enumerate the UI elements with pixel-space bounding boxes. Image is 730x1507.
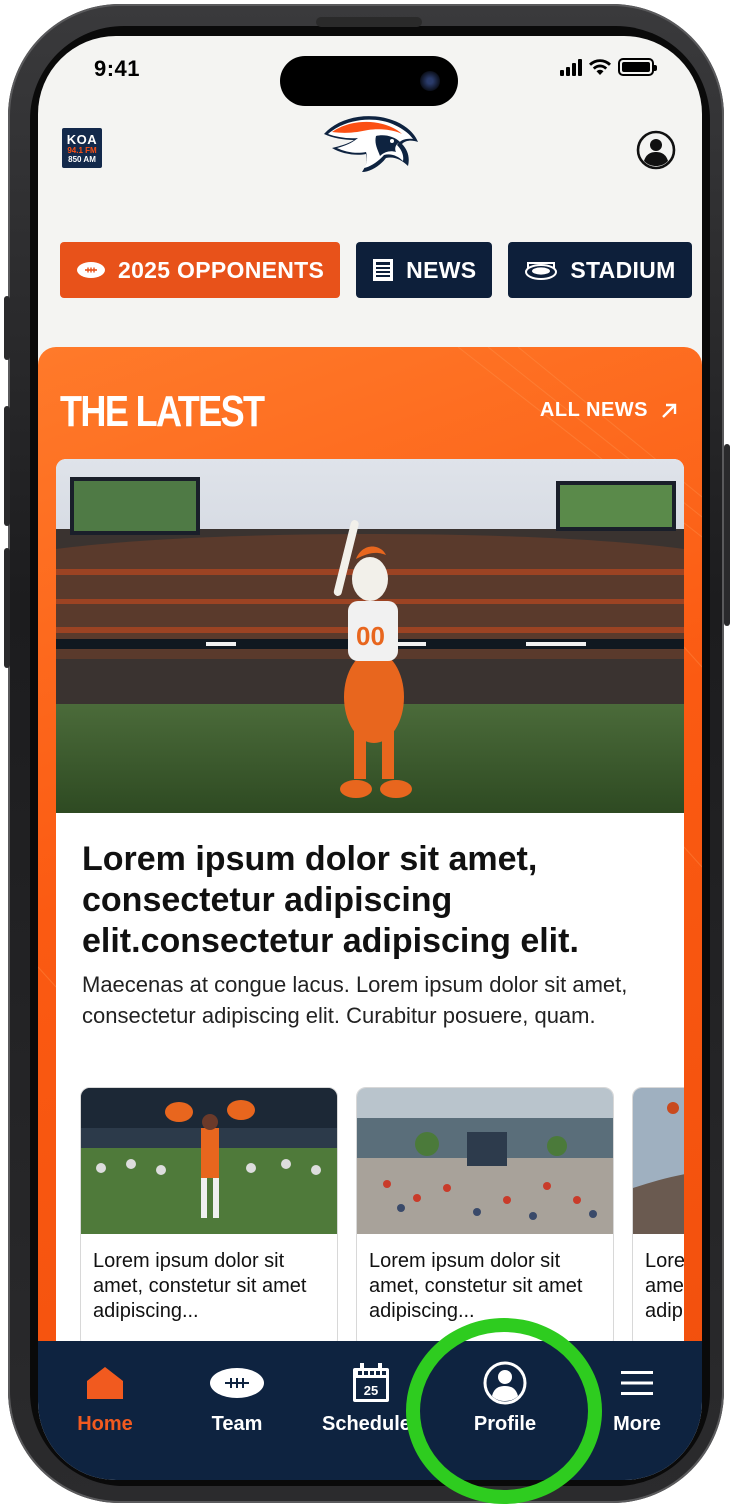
section-title: THE LATEST [60, 387, 265, 436]
team-logo [324, 116, 418, 172]
radio-logo-am: 850 AM [68, 154, 96, 164]
radio-logo-fm: 94.1 FM [67, 145, 97, 155]
newspaper-icon [373, 259, 394, 281]
battery-icon [618, 58, 657, 76]
bottom-tab-bar: Home Team 25 Schedule Profile More [38, 1341, 702, 1480]
story-image [633, 1088, 684, 1234]
svg-text:00: 00 [356, 621, 385, 651]
story-card[interactable]: Lorem ipsum dolor sit amet, constetur si… [80, 1087, 338, 1349]
chip-stadium[interactable]: STADIUM [508, 242, 692, 298]
earpiece-speaker [316, 17, 422, 27]
all-news-label: ALL NEWS [539, 399, 648, 421]
featured-headline: Lorem ipsum dolor sit amet, consectetur … [82, 840, 579, 960]
featured-story-image: 00 [56, 459, 684, 813]
status-time: 9:41 [94, 56, 141, 81]
tab-label: More [613, 1413, 661, 1435]
all-news-link[interactable]: ALL NEWS [540, 399, 678, 422]
menu-icon [621, 1371, 653, 1395]
calendar-day: 25 [364, 1383, 378, 1398]
silent-switch [4, 296, 10, 360]
radio-logo-call-sign: KOA [66, 131, 98, 147]
football-icon [210, 1368, 264, 1398]
story-title: Lorem ipsum dolor sit amet, constetur si… [93, 1250, 307, 1322]
featured-summary: Maecenas at congue lacus. Lorem ipsum do… [82, 972, 628, 1028]
quick-links: 2025 OPPONENTS NEWS STADIUM [60, 242, 702, 298]
dynamic-island [280, 56, 458, 106]
volume-up-button [4, 406, 10, 526]
arrow-up-right-icon [662, 403, 677, 418]
cellular-signal-icon [560, 58, 582, 76]
power-button [724, 444, 730, 626]
chip-news[interactable]: NEWS [356, 242, 493, 298]
story-title: Lorem ipsum dolor sit amet, constetur si… [645, 1250, 684, 1322]
chip-label: 2025 OPPONENTS [118, 256, 325, 283]
latest-news-section: THE LATEST ALL NEWS 00 Lorem ipsum dolor… [38, 347, 702, 1387]
tab-label: Home [77, 1413, 133, 1435]
tab-home[interactable]: Home [50, 1361, 160, 1436]
radio-partner-logo[interactable]: KOA 94.1 FM 850 AM [62, 128, 102, 168]
story-card[interactable]: Lorem ipsum dolor sit amet, constetur si… [356, 1087, 614, 1349]
tab-team[interactable]: Team [182, 1361, 292, 1436]
highlight-circle [406, 1318, 602, 1504]
stadium-icon [525, 262, 558, 280]
calendar-icon: 25 [353, 1363, 389, 1402]
featured-story-card[interactable]: 00 Lorem ipsum dolor sit amet, consectet… [56, 459, 684, 1387]
tab-label: Team [211, 1413, 263, 1435]
status-icons [560, 58, 657, 76]
home-icon [87, 1367, 123, 1399]
stories-carousel: Lorem ipsum dolor sit amet, constetur si… [80, 1087, 684, 1349]
profile-icon[interactable] [636, 130, 676, 170]
story-image [357, 1088, 613, 1234]
wifi-icon [589, 59, 611, 75]
app-screen: 9:41 KOA 94.1 FM 850 AM 2025 OPPONENTS N… [38, 36, 702, 1480]
chip-label: STADIUM [570, 256, 676, 283]
volume-down-button [4, 548, 10, 668]
chip-2025-opponents[interactable]: 2025 OPPONENTS [60, 242, 341, 298]
camera-icon [420, 71, 440, 91]
chip-label: NEWS [406, 256, 477, 283]
story-image [81, 1088, 337, 1234]
story-card[interactable]: Lorem ipsum dolor sit amet, constetur si… [632, 1087, 684, 1349]
football-icon [77, 262, 105, 278]
